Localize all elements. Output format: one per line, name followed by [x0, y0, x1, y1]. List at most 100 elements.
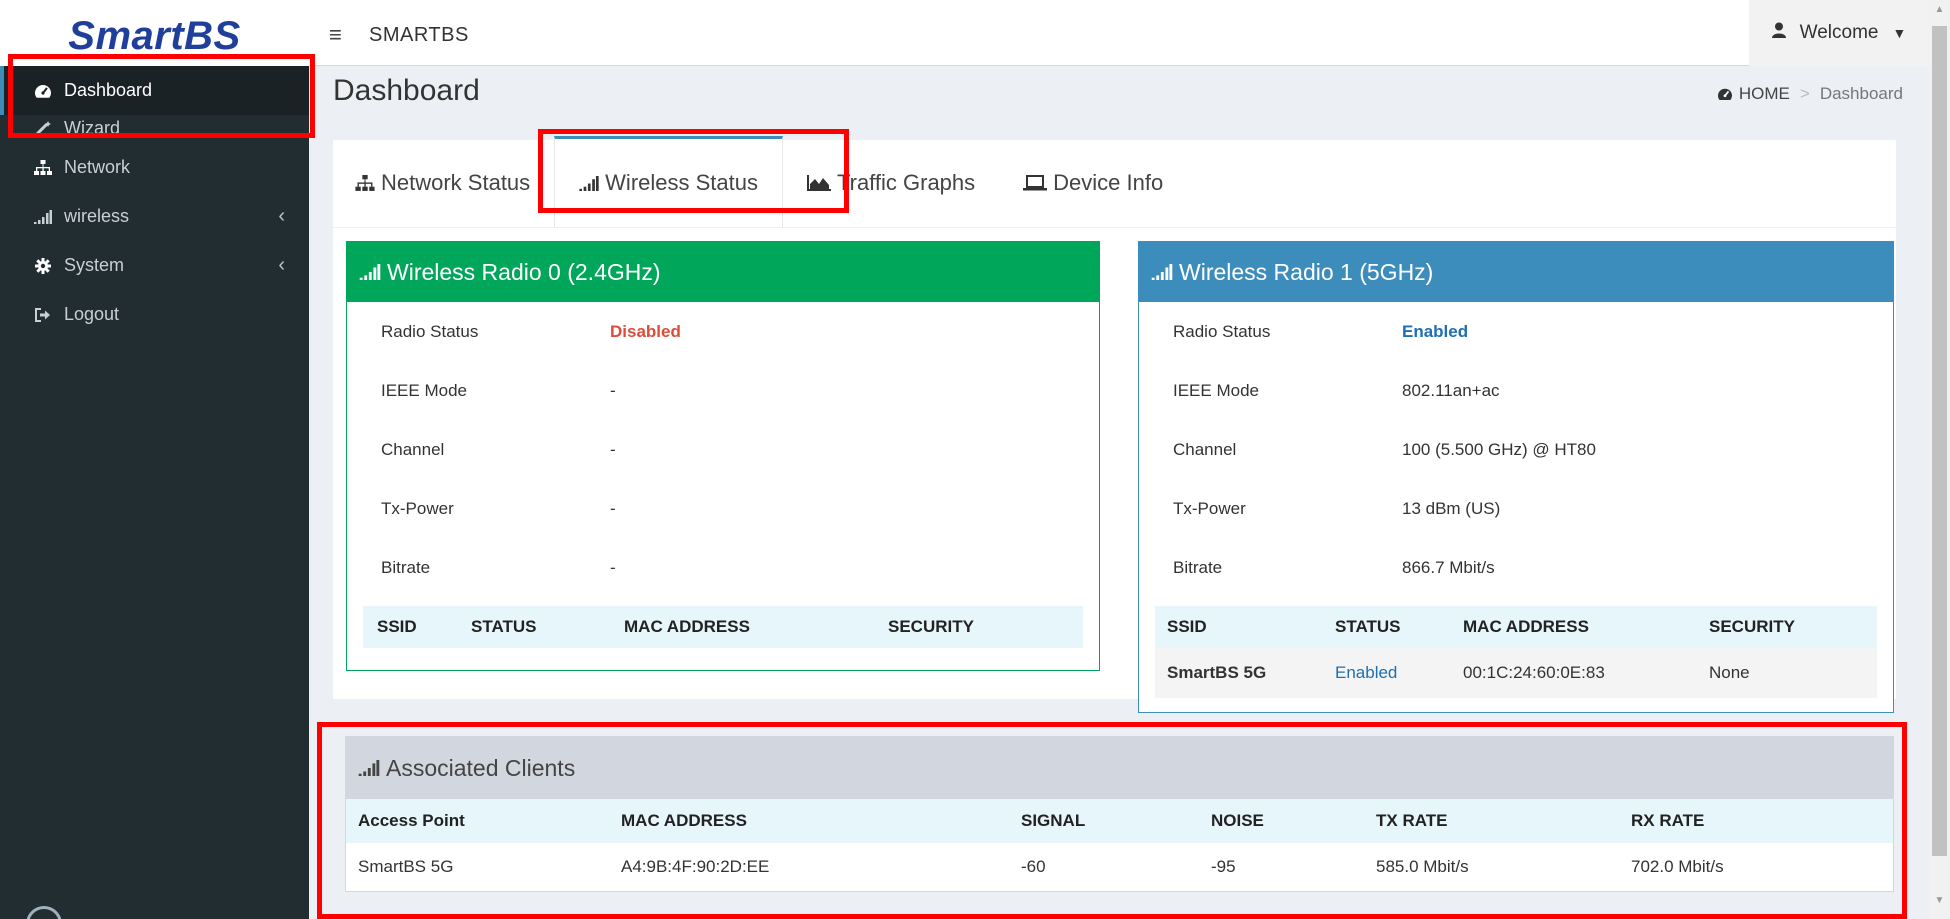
field-value: - — [610, 439, 616, 459]
scroll-down-arrow-icon[interactable]: ▼ — [1929, 895, 1950, 915]
tab-bar: Network Status Wireless Status Traffic G… — [333, 136, 1896, 228]
radio-status-row: Radio Status Disabled — [363, 302, 1083, 361]
radio-1-header: Wireless Radio 1 (5GHz) — [1139, 242, 1893, 302]
radio-0-card: Wireless Radio 0 (2.4GHz) Radio Status D… — [346, 241, 1100, 671]
chevron-left-icon: ‹ — [278, 205, 285, 227]
breadcrumb-home-link[interactable]: HOME — [1739, 84, 1790, 104]
breadcrumb: HOME > Dashboard — [1717, 84, 1903, 104]
scroll-up-arrow-icon[interactable]: ▲ — [1929, 4, 1950, 24]
access-point-cell: SmartBS 5G — [358, 857, 454, 876]
sidebar-menu: Dashboard Wizard Network wireless ‹ Syst… — [0, 66, 309, 339]
tab-wireless-status[interactable]: Wireless Status — [554, 136, 783, 227]
tab-label: Wireless Status — [605, 170, 758, 195]
signal-icon — [359, 264, 381, 280]
vertical-scrollbar[interactable]: ▲ ▼ — [1929, 0, 1950, 919]
sidebar-item-logout[interactable]: Logout — [0, 290, 309, 339]
field-label: IEEE Mode — [1173, 380, 1259, 400]
sidebar-item-label: Logout — [64, 304, 120, 324]
sidebar-item-label: Dashboard — [64, 80, 153, 100]
column-header: TX RATE — [1376, 799, 1631, 843]
field-label: Bitrate — [381, 557, 431, 577]
page-title: Dashboard — [333, 74, 480, 107]
column-header: SSID — [377, 617, 417, 636]
menu-toggle-icon[interactable]: ≡ — [329, 22, 342, 48]
tab-traffic-graphs[interactable]: Traffic Graphs — [783, 139, 999, 227]
tab-device-info[interactable]: Device Info — [999, 139, 1187, 227]
table-header-row: Access Point MAC ADDRESS SIGNAL NOISE TX… — [346, 799, 1893, 843]
field-value: 866.7 Mbit/s — [1402, 557, 1495, 577]
sidebar-item-label: wireless — [64, 206, 130, 226]
column-header: NOISE — [1211, 799, 1376, 843]
ssid-table: SSID STATUS MAC ADDRESS SECURITY — [363, 606, 1083, 648]
tx-rate-cell: 585.0 Mbit/s — [1376, 857, 1469, 876]
tab-label: Network Status — [381, 170, 531, 195]
noise-cell: -95 — [1211, 857, 1236, 876]
chevron-left-icon: ‹ — [278, 254, 285, 276]
gear-icon — [34, 257, 52, 275]
caret-down-icon: ▼ — [1892, 25, 1907, 41]
signal-cell: -60 — [1021, 857, 1046, 876]
column-header: MAC ADDRESS — [621, 799, 1021, 843]
column-header: SECURITY — [1709, 617, 1795, 636]
column-header: RX RATE — [1631, 799, 1893, 843]
channel-row: Channel 100 (5.500 GHz) @ HT80 — [1155, 420, 1877, 479]
sidebar-item-dashboard[interactable]: Dashboard — [0, 66, 309, 115]
radio-1-details: Radio Status Enabled IEEE Mode 802.11an+… — [1139, 302, 1893, 698]
avatar — [26, 906, 62, 919]
tab-label: Traffic Graphs — [837, 170, 976, 195]
field-value: - — [610, 557, 616, 577]
field-label: Radio Status — [1173, 321, 1271, 341]
radio-status-value: Enabled — [1402, 321, 1469, 341]
ssid-table: SSID STATUS MAC ADDRESS SECURITY SmartBS… — [1155, 606, 1877, 698]
mac-cell: A4:9B:4F:90:2D:EE — [621, 857, 770, 876]
area-chart-icon — [807, 175, 831, 191]
sidebar-item-wizard[interactable]: Wizard — [0, 113, 309, 143]
column-header: SIGNAL — [1021, 799, 1211, 843]
field-value: 802.11an+ac — [1402, 380, 1500, 400]
scrollbar-thumb[interactable] — [1932, 26, 1947, 856]
column-header: Access Point — [346, 799, 621, 843]
sidebar-item-label: System — [64, 255, 125, 275]
security-cell: None — [1709, 663, 1750, 682]
table-header-row: SSID STATUS MAC ADDRESS SECURITY — [363, 606, 1083, 648]
sidebar-item-network[interactable]: Network — [0, 143, 309, 192]
sign-out-icon — [34, 306, 52, 324]
app-title: SMARTBS — [369, 24, 469, 46]
top-header: ≡ SMARTBS Welcome ▼ — [309, 0, 1929, 66]
mac-cell: 00:1C:24:60:0E:83 — [1463, 663, 1605, 682]
tx-power-row: Tx-Power - — [363, 479, 1083, 538]
field-label: Channel — [1173, 439, 1237, 459]
breadcrumb-current: Dashboard — [1819, 84, 1903, 103]
column-header: STATUS — [1335, 617, 1401, 636]
sitemap-icon — [355, 174, 375, 192]
radio-0-title: Wireless Radio 0 (2.4GHz) — [387, 258, 661, 285]
associated-clients-header: Associated Clients — [346, 737, 1893, 799]
bitrate-row: Bitrate - — [363, 538, 1083, 597]
ieee-mode-row: IEEE Mode 802.11an+ac — [1155, 361, 1877, 420]
sidebar-item-system[interactable]: System ‹ — [0, 241, 309, 290]
column-header: SSID — [1167, 617, 1207, 636]
radio-status-row: Radio Status Enabled — [1155, 302, 1877, 361]
dashboard-icon — [1717, 87, 1733, 101]
column-header: STATUS — [471, 617, 537, 636]
tab-network-status[interactable]: Network Status — [333, 139, 554, 227]
field-label: Tx-Power — [1173, 498, 1246, 518]
signal-icon — [579, 175, 599, 191]
field-label: Channel — [381, 439, 445, 459]
breadcrumb-separator: > — [1799, 84, 1810, 103]
tx-power-row: Tx-Power 13 dBm (US) — [1155, 479, 1877, 538]
dashboard-icon — [34, 82, 52, 100]
sidebar-item-label: Network — [64, 157, 131, 177]
table-row: SmartBS 5G Enabled 00:1C:24:60:0E:83 Non… — [1155, 648, 1877, 698]
column-header: MAC ADDRESS — [1463, 617, 1589, 636]
wand-icon — [34, 119, 52, 137]
radio-1-card: Wireless Radio 1 (5GHz) Radio Status Ena… — [1138, 241, 1894, 713]
field-label: IEEE Mode — [381, 380, 467, 400]
sidebar: SmartBS Dashboard Wizard Network wireles… — [0, 0, 309, 919]
user-menu[interactable]: Welcome ▼ — [1749, 0, 1929, 66]
table-row: SmartBS 5G A4:9B:4F:90:2D:EE -60 -95 585… — [346, 843, 1893, 891]
laptop-icon — [1023, 175, 1048, 191]
sidebar-item-wireless[interactable]: wireless ‹ — [0, 192, 309, 241]
field-label: Tx-Power — [381, 498, 454, 518]
radio-0-header: Wireless Radio 0 (2.4GHz) — [347, 242, 1099, 302]
